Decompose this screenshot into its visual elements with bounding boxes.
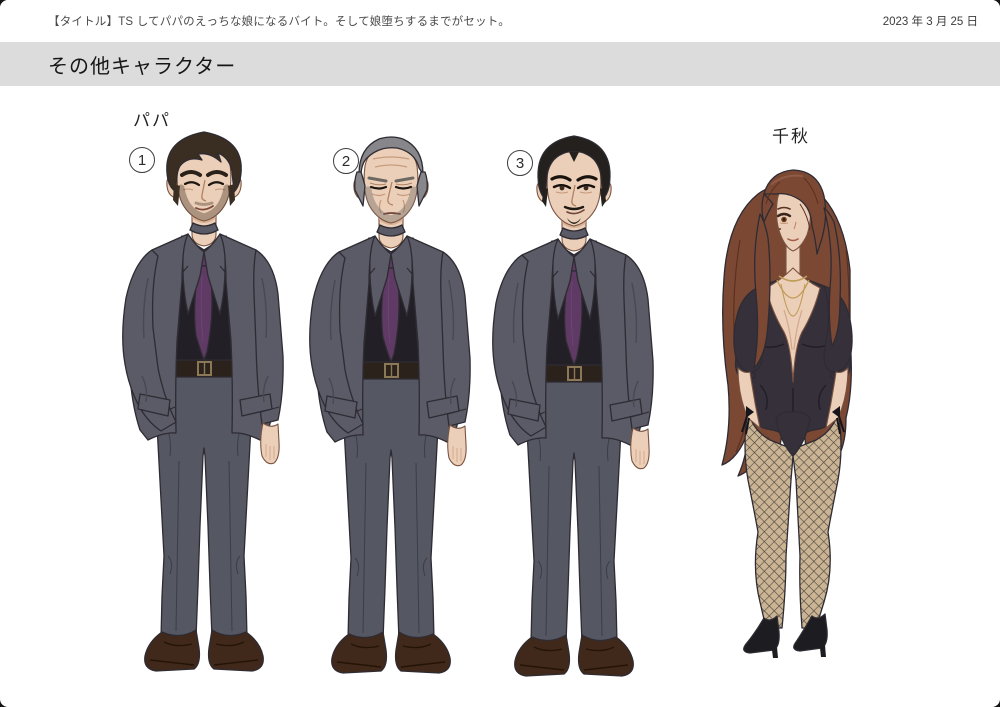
character-illustration-papa-1 [112, 126, 297, 678]
character-illustration-papa-3 [482, 131, 667, 683]
section-title: その他キャラクター [48, 50, 236, 79]
character-illustration-papa-2 [299, 128, 484, 680]
character-design-sheet: 【タイトル】TS してパパのえっちな娘になるバイト。そして娘堕ちするまでがセット… [0, 0, 1000, 707]
character-illustration-chiaki [700, 160, 870, 660]
section-band: その他キャラクター [0, 42, 1000, 86]
high-heels [744, 614, 827, 658]
header-bar: 【タイトル】TS してパパのえっちな娘になるバイト。そして娘堕ちするまでがセット… [0, 0, 1000, 42]
document-date: 2023 年 3 月 25 日 [883, 13, 978, 29]
group-label-chiaki: 千秋 [772, 122, 810, 147]
document-title: 【タイトル】TS してパパのえっちな娘になるバイト。そして娘堕ちするまでがセット… [48, 13, 883, 29]
